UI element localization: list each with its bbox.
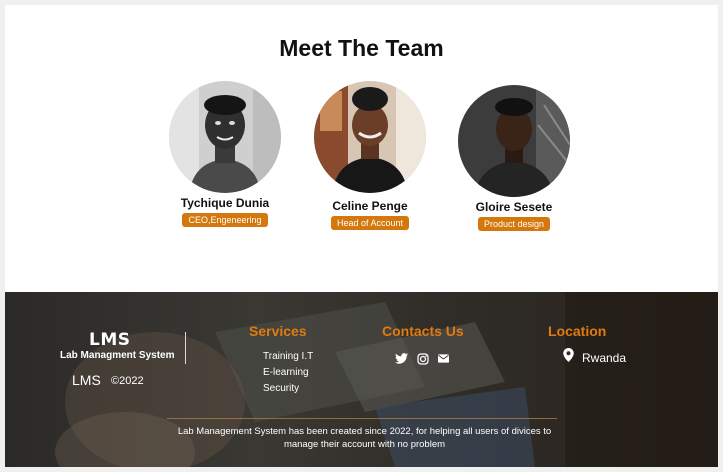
- brand-name: Lab Managment System: [60, 350, 175, 361]
- twitter-icon[interactable]: [395, 352, 408, 365]
- member-name: Tychique Dunia: [180, 196, 270, 210]
- team-member-card: Tychique Dunia CEO,Engeneering: [163, 81, 287, 228]
- member-role-badge: Head of Account: [330, 216, 410, 230]
- mail-icon[interactable]: [437, 352, 450, 365]
- footer-divider: [167, 418, 557, 419]
- instagram-icon[interactable]: [416, 352, 429, 365]
- contacts-title: Contacts Us: [382, 323, 464, 339]
- services-title: Services: [249, 323, 307, 339]
- team-member-card: Celine Penge Head of Account: [308, 81, 432, 231]
- team-section-title: Meet The Team: [279, 35, 444, 61]
- member-role-badge: Product design: [477, 217, 551, 231]
- location-value: Rwanda: [582, 350, 627, 365]
- avatar: [458, 85, 570, 197]
- location-row: Rwanda: [563, 348, 626, 367]
- service-link[interactable]: Training I.T: [263, 349, 313, 365]
- service-link[interactable]: Security: [263, 381, 313, 397]
- social-links: [395, 352, 450, 365]
- team-member-card: Gloire Sesete Product design: [452, 85, 576, 232]
- brand-logo: LMS: [89, 330, 131, 350]
- services-list: Training I.T E-learning Security: [263, 349, 313, 397]
- brand-divider: [185, 332, 186, 364]
- service-link[interactable]: E-learning: [263, 365, 313, 381]
- footer-description: Lab Management System has been created s…: [177, 426, 552, 450]
- page: Meet The Team Tychique Dunia CEO,Engenee…: [5, 5, 718, 467]
- copyright: ©2022: [111, 375, 144, 387]
- member-name: Celine Penge: [332, 199, 408, 213]
- footer: LMS Lab Managment System LMS ©2022 Servi…: [5, 292, 718, 467]
- avatar: [169, 81, 281, 193]
- location-pin-icon: [563, 348, 574, 367]
- avatar: [314, 81, 426, 193]
- brand-short: LMS: [72, 372, 101, 388]
- member-role-badge: CEO,Engeneering: [182, 213, 268, 227]
- location-title: Location: [548, 323, 607, 339]
- member-name: Gloire Sesete: [475, 200, 553, 214]
